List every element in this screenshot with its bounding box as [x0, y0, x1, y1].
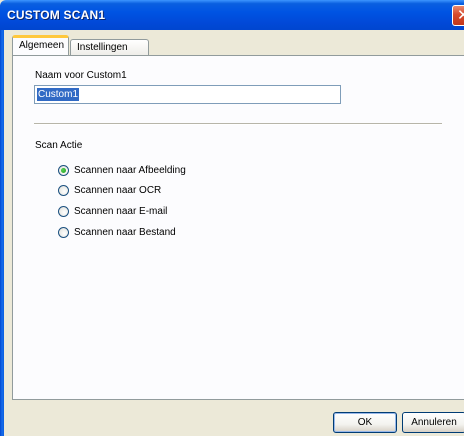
radio-label: Scannen naar Afbeelding [74, 165, 186, 176]
name-input-value: Custom1 [37, 88, 80, 101]
radio-dot-icon [61, 168, 66, 173]
radio-button-selected[interactable] [58, 165, 69, 176]
radio-button[interactable] [58, 227, 69, 238]
name-field-label: Naam voor Custom1 [35, 70, 127, 81]
tab-label: Instellingen [77, 42, 128, 53]
ok-button[interactable]: OK [333, 412, 397, 433]
tab-label: Algemeen [19, 40, 65, 51]
radio-button[interactable] [58, 206, 69, 217]
window-title: CUSTOM SCAN1 [7, 8, 106, 22]
radio-label: Scannen naar OCR [74, 185, 162, 196]
window-frame-left [0, 30, 4, 436]
section-divider [34, 123, 442, 125]
scan-action-label: Scan Actie [35, 140, 83, 151]
radio-label: Scannen naar Bestand [74, 227, 176, 238]
radio-label: Scannen naar E-mail [74, 206, 168, 217]
tab-algemeen[interactable]: Algemeen [12, 35, 69, 55]
close-icon: ✕ [457, 7, 464, 24]
title-bar[interactable]: CUSTOM SCAN1 ✕ [0, 0, 464, 30]
radio-button[interactable] [58, 185, 69, 196]
close-button[interactable]: ✕ [452, 5, 464, 26]
cancel-button[interactable]: Annuleren [402, 412, 464, 433]
name-input[interactable]: Custom1 [34, 85, 341, 104]
dialog-window: CUSTOM SCAN1 ✕ Algemeen Instellingen Naa… [0, 0, 464, 436]
